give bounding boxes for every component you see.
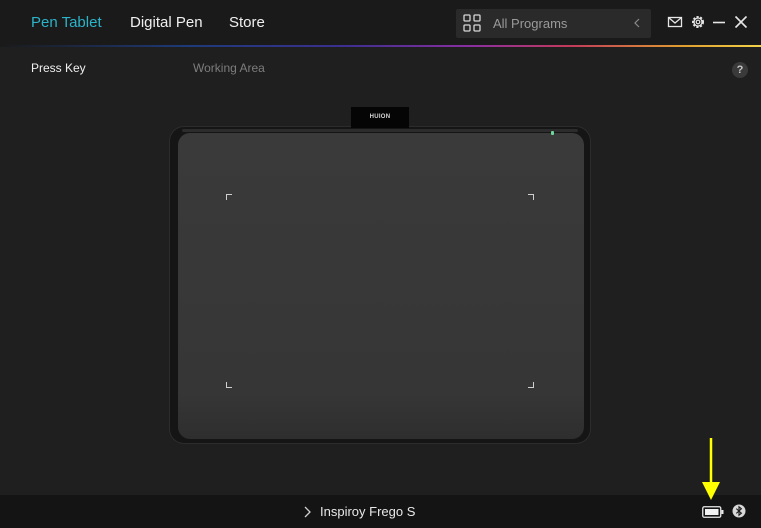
working-area-corner-top-right <box>528 194 534 200</box>
chevron-right-icon <box>304 506 311 518</box>
app-window: Pen Tablet Digital Pen Store All Program… <box>0 0 761 528</box>
device-name: Inspiroy Frego S <box>320 504 416 519</box>
program-selector-label: All Programs <box>493 16 568 31</box>
tab-digital-pen[interactable]: Digital Pen <box>130 14 203 32</box>
subtab-press-key[interactable]: Press Key <box>31 61 86 75</box>
gear-icon[interactable] <box>690 14 706 30</box>
minimize-icon[interactable] <box>711 14 727 30</box>
tablet-top-edge <box>182 129 578 132</box>
bluetooth-icon[interactable] <box>732 504 746 518</box>
help-button[interactable]: ? <box>732 62 748 78</box>
tablet-brand-logo: HUION <box>351 107 409 128</box>
subtab-working-area[interactable]: Working Area <box>193 61 265 75</box>
chevron-left-icon[interactable] <box>631 17 643 29</box>
tab-pen-tablet[interactable]: Pen Tablet <box>31 14 102 32</box>
program-selector[interactable]: All Programs <box>456 9 651 38</box>
header-divider <box>0 45 761 47</box>
working-area-corner-bottom-left <box>226 382 232 388</box>
annotation-arrow <box>702 438 720 500</box>
battery-icon <box>702 506 724 518</box>
tablet-status-led <box>551 131 554 135</box>
tab-store[interactable]: Store <box>229 14 265 32</box>
tablet-surface <box>178 133 584 439</box>
top-bar: Pen Tablet Digital Pen Store All Program… <box>0 0 761 45</box>
close-icon[interactable] <box>733 14 749 30</box>
grid-icon <box>463 14 481 32</box>
working-area-corner-top-left <box>226 194 232 200</box>
working-area-corner-bottom-right <box>528 382 534 388</box>
mail-icon[interactable] <box>667 14 683 30</box>
